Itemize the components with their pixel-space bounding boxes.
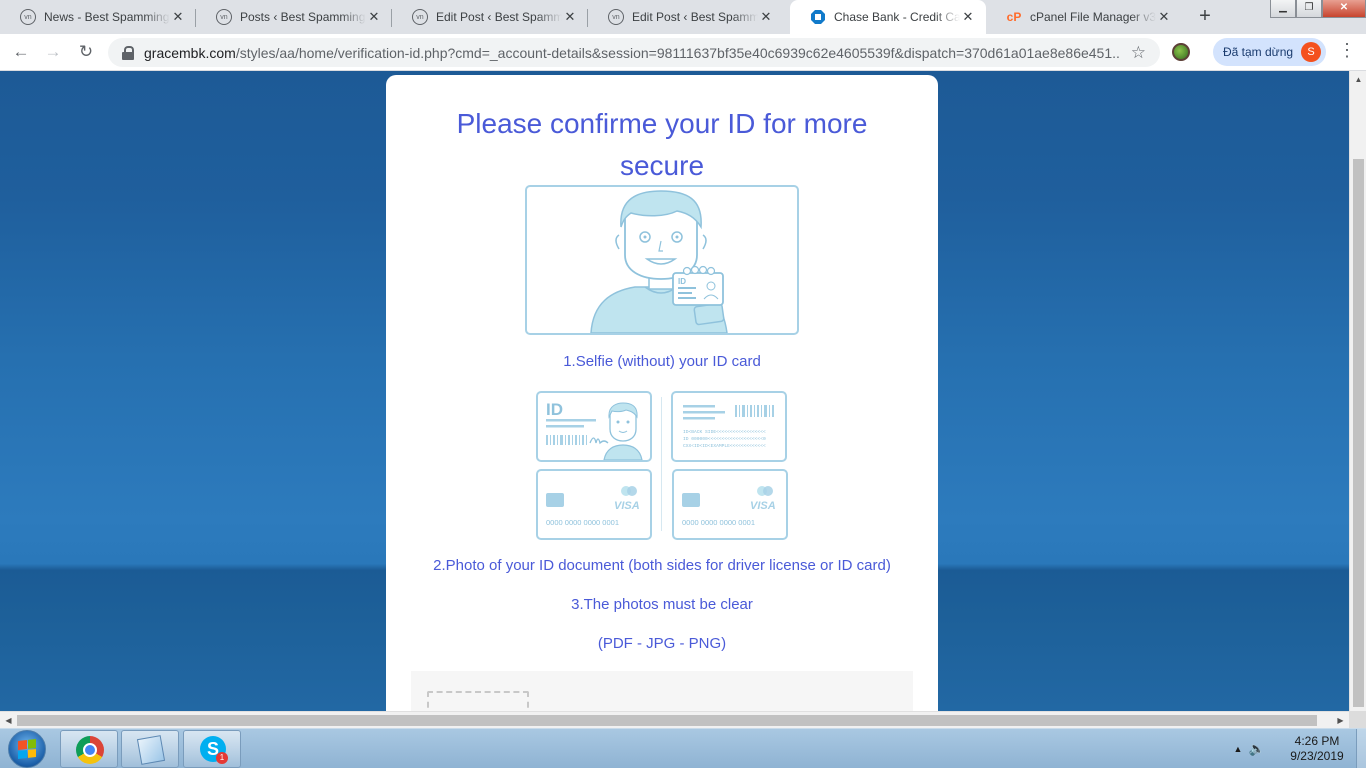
taskbar-skype[interactable]: S 1 [183, 730, 241, 768]
taskbar-chrome[interactable] [60, 730, 118, 768]
tab-posts[interactable]: vn Posts ‹ Best Spamming Tools ✕ [196, 0, 392, 34]
show-desktop-button[interactable] [1356, 729, 1366, 768]
file-dropzone[interactable] [427, 691, 529, 711]
taskbar-clock[interactable]: 4:26 PM 9/23/2019 [1282, 734, 1352, 764]
tab-cpanel[interactable]: cP cPanel File Manager v3 ✕ [986, 0, 1182, 34]
tab-strip: vn News - Best Spamming Tools ✕ vn Posts… [0, 0, 1366, 34]
minimize-icon[interactable]: ▁ [1270, 0, 1296, 18]
step-3-caption: 3.The photos must be clear [571, 596, 753, 613]
notepad-icon [136, 735, 166, 765]
horizontal-scrollbar[interactable]: ◀ ▶ [0, 711, 1349, 728]
restore-icon[interactable]: ❐ [1296, 0, 1322, 18]
notification-badge: 1 [216, 752, 228, 764]
id-back-line-3: CXX<ID<ID<EXAMPLE<<<<<<<<<<<<< [683, 443, 766, 449]
credit-card-back-icon: VISA 0000 0000 0000 0001 [672, 469, 788, 540]
card-number-text: 0000 0000 0000 0001 [546, 518, 619, 527]
menu-kebab-icon[interactable]: ⋮ [1337, 40, 1357, 64]
cpanel-logo-icon: cP [1006, 10, 1022, 24]
back-arrow-icon[interactable]: ← [9, 40, 33, 64]
visa-label: VISA [750, 500, 776, 512]
new-tab-icon[interactable]: + [1195, 6, 1215, 26]
site-favicon-icon: vn [412, 9, 428, 25]
tab-title: Edit Post ‹ Best Spamming Tools [632, 10, 758, 24]
page-title: Please confirme your ID for more secure [456, 108, 868, 181]
selfie-with-id-illustration: ID [525, 185, 799, 335]
window-controls: ▁ ❐ ✕ [1270, 0, 1366, 18]
extension-globe-icon[interactable] [1172, 43, 1190, 61]
id-back-line-1: ID<BACK SIDE<<<<<<<<<<<<<<<<<< [683, 429, 766, 435]
tab-title: Posts ‹ Best Spamming Tools [240, 10, 366, 24]
scroll-thumb[interactable] [1353, 159, 1364, 707]
url-text[interactable]: gracembk.com/styles/aa/home/verification… [144, 45, 1121, 61]
scroll-left-icon[interactable]: ◀ [0, 712, 17, 729]
page-viewport: Please confirme your ID for more secure [0, 71, 1349, 711]
vertical-scrollbar[interactable]: ▲ [1349, 71, 1366, 711]
windows-logo-icon [18, 739, 36, 759]
bookmark-star-icon[interactable]: ☆ [1131, 43, 1146, 63]
profile-button[interactable]: Đã tạm dừng S [1213, 38, 1326, 66]
taskbar-notepad[interactable] [121, 730, 179, 768]
step-1-caption: 1.Selfie (without) your ID card [563, 353, 761, 370]
tab-edit-post-1[interactable]: vn Edit Post ‹ Best Spamming Tools ✕ [392, 0, 588, 34]
site-favicon-icon: vn [216, 9, 232, 25]
scroll-right-icon[interactable]: ▶ [1332, 712, 1349, 729]
close-tab-icon[interactable]: ✕ [960, 9, 976, 25]
tab-title: cPanel File Manager v3 [1030, 10, 1156, 24]
reload-icon[interactable]: ↻ [74, 40, 98, 64]
visa-label: VISA [614, 500, 640, 512]
close-window-icon[interactable]: ✕ [1322, 0, 1366, 18]
selfie-card-id-label: ID [678, 277, 686, 286]
url-host: gracembk.com [144, 44, 236, 61]
forward-arrow-icon[interactable]: → [41, 40, 65, 64]
windows-taskbar: S 1 ▲ 🔈 4:26 PM 9/23/2019 [0, 728, 1366, 768]
id-card-front-label: ID [546, 400, 563, 419]
credit-card-front-icon: VISA 0000 0000 0000 0001 [536, 469, 652, 540]
profile-status-label: Đã tạm dừng [1223, 45, 1294, 59]
clock-date: 9/23/2019 [1290, 749, 1344, 763]
close-tab-icon[interactable]: ✕ [170, 9, 186, 25]
url-path: /styles/aa/home/verification-id.php?cmd=… [235, 44, 1121, 61]
browser-toolbar: ← → ↻ gracembk.com/styles/aa/home/verifi… [0, 34, 1366, 71]
tab-title: News - Best Spamming Tools [44, 10, 170, 24]
tab-title: Edit Post ‹ Best Spamming Tools [436, 10, 562, 24]
id-card-front-icon: ID [536, 391, 652, 462]
site-favicon-icon: vn [608, 9, 624, 25]
id-document-illustration: ID ID<BACK SIDE<<<<<<<<<<<<<<<<<< ID 000… [534, 389, 788, 540]
system-tray: ▲ 🔈 [1230, 729, 1268, 768]
show-hidden-icons-icon[interactable]: ▲ [1230, 744, 1246, 754]
close-tab-icon[interactable]: ✕ [366, 9, 382, 25]
tab-news[interactable]: vn News - Best Spamming Tools ✕ [0, 0, 196, 34]
tab-title: Chase Bank - Credit Card [834, 10, 960, 24]
address-bar[interactable]: gracembk.com/styles/aa/home/verification… [108, 38, 1160, 67]
chrome-icon [76, 736, 104, 764]
verification-card: Please confirme your ID for more secure [386, 75, 938, 711]
clock-time: 4:26 PM [1294, 734, 1340, 748]
close-tab-icon[interactable]: ✕ [562, 9, 578, 25]
scroll-thumb[interactable] [17, 715, 1317, 726]
start-button[interactable] [2, 730, 54, 768]
tab-edit-post-2[interactable]: vn Edit Post ‹ Best Spamming Tools ✕ [588, 0, 784, 34]
scroll-up-icon[interactable]: ▲ [1350, 71, 1366, 88]
tab-chase-bank[interactable]: Chase Bank - Credit Card ✕ [790, 0, 986, 34]
file-formats-caption: (PDF - JPG - PNG) [597, 635, 727, 652]
divider [661, 397, 662, 531]
id-back-line-2: ID 000000<<<<<<<<<<<<<<<<<<<<0 [683, 436, 766, 442]
volume-icon[interactable]: 🔈 [1246, 741, 1268, 757]
chase-logo-icon [810, 9, 826, 25]
close-tab-icon[interactable]: ✕ [1156, 9, 1172, 25]
scrollbar-corner [1349, 711, 1366, 728]
upload-area [411, 671, 913, 711]
avatar: S [1301, 42, 1321, 62]
card-number-text: 0000 0000 0000 0001 [682, 518, 755, 527]
lock-icon[interactable] [122, 45, 134, 60]
step-2-caption: 2.Photo of your ID document (both sides … [433, 557, 891, 574]
close-tab-icon[interactable]: ✕ [758, 9, 774, 25]
site-favicon-icon: vn [20, 9, 36, 25]
id-card-back-icon: ID<BACK SIDE<<<<<<<<<<<<<<<<<< ID 000000… [671, 391, 787, 462]
